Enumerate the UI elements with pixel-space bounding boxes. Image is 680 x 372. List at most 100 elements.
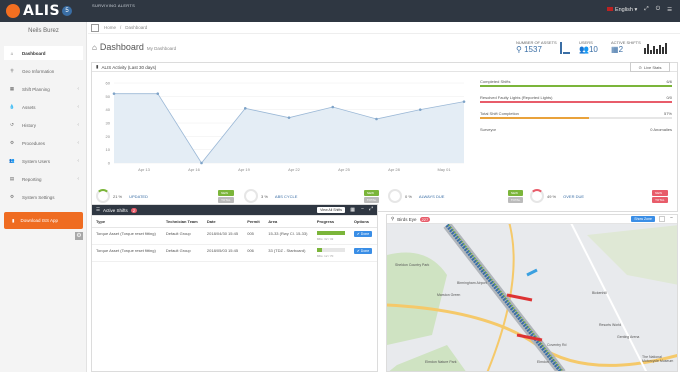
done-button[interactable]: ✔ Done bbox=[353, 248, 373, 254]
y-tick-label: 50 bbox=[106, 94, 111, 99]
data-point[interactable] bbox=[243, 107, 247, 110]
area-value: 33 (TDZ - Starboard) bbox=[268, 248, 306, 253]
grid-view-icon[interactable]: ▦ bbox=[350, 207, 355, 213]
stat-users: USERS 👥10 bbox=[579, 40, 598, 54]
sparkline-bar bbox=[647, 44, 649, 54]
table-row[interactable]: Torque Asset (Torque reset fitting) Defau… bbox=[92, 227, 377, 245]
list-icon: ☰ bbox=[96, 207, 101, 212]
gauge-tag: TOTAL bbox=[363, 196, 380, 203]
gauge-tag: NEW bbox=[363, 189, 380, 196]
sidebar-item-reporting[interactable]: ▤ Reporting ‹ bbox=[4, 172, 83, 186]
show-zone-button[interactable]: Show Zone bbox=[631, 216, 655, 222]
column-header[interactable]: Type bbox=[92, 216, 162, 228]
live-icon: ⊙ bbox=[638, 64, 642, 70]
sparkline-bar bbox=[563, 52, 570, 54]
x-tick-label: Apr 19 bbox=[238, 167, 251, 172]
logout-icon[interactable]: ⏻ bbox=[656, 6, 660, 13]
sidebar-item-history[interactable]: ↺ History ‹ bbox=[4, 118, 83, 132]
column-header[interactable]: Technician Team bbox=[161, 216, 203, 228]
chevron-icon: ‹ bbox=[77, 104, 79, 110]
cell-date: 2018/05/03 15:45 bbox=[202, 244, 244, 262]
document-icon: ▤ bbox=[9, 176, 15, 181]
live-stats-button[interactable]: ⊙ Live Stats bbox=[630, 62, 670, 72]
settings-gear-icon[interactable]: ⚙ bbox=[75, 232, 83, 240]
breadcrumb-home[interactable]: Home bbox=[104, 25, 116, 30]
data-point[interactable] bbox=[462, 100, 466, 103]
breadcrumb: Home / Dashboard bbox=[88, 22, 680, 34]
map-options-icon[interactable] bbox=[659, 216, 665, 222]
user-name: Neils Burez bbox=[28, 28, 59, 34]
kpi-bar bbox=[480, 101, 672, 103]
gauge-label[interactable]: UPDATED bbox=[129, 194, 209, 199]
expand-icon[interactable]: ⤢ bbox=[369, 206, 373, 212]
sidebar-item-shift-planning[interactable]: ▦ Shift Planning ‹ bbox=[4, 82, 83, 96]
column-header[interactable]: Options bbox=[349, 216, 377, 228]
gauge-tag: NEW bbox=[652, 189, 668, 196]
column-header[interactable]: Date bbox=[202, 216, 244, 228]
cell-team: Default Group bbox=[161, 227, 203, 245]
download-label: Download ISS App bbox=[20, 218, 59, 223]
type-value: Torque Asset (Torque reset fitting) bbox=[96, 231, 156, 236]
download-app-button[interactable]: ▮ Download ISS App bbox=[4, 212, 83, 229]
kpi-header: Resolved Faulty Lights (Reported Lights)… bbox=[480, 95, 672, 100]
app-logo[interactable]: ALIS 5 bbox=[6, 3, 73, 19]
minimize-icon[interactable]: − bbox=[670, 215, 673, 221]
data-point[interactable] bbox=[112, 92, 116, 95]
data-point[interactable] bbox=[287, 116, 291, 119]
done-label: Done bbox=[360, 249, 370, 253]
birds-eye-map[interactable]: ⚲ Birds Eye 227 Show Zone − Sheldon Coun… bbox=[386, 214, 678, 372]
home-icon: ⌂ bbox=[92, 43, 97, 52]
gauge-item: 3 % ABS CYCLE NEW TOTAL bbox=[244, 189, 380, 203]
cell-progress: Mfts: 12 / 70 bbox=[312, 244, 350, 262]
permit-value: 006 bbox=[247, 248, 254, 253]
shifts-table: Type Technician Team Date Permit Area Progres… bbox=[92, 216, 377, 262]
column-header[interactable]: Area bbox=[264, 216, 313, 228]
done-button[interactable]: ✔ Done bbox=[353, 231, 373, 237]
kpi-bar-fill bbox=[480, 85, 672, 87]
data-point[interactable] bbox=[200, 161, 203, 165]
gauge-tag: TOTAL bbox=[218, 196, 234, 203]
view-all-shifts-button[interactable]: View All Shifts bbox=[317, 207, 345, 213]
menu-icon[interactable]: ☰ bbox=[667, 7, 672, 13]
sidebar-item-procedures[interactable]: ⚙ Procedures ‹ bbox=[4, 136, 83, 150]
kpi-label: Total Shift Completion bbox=[480, 111, 519, 116]
gauge-label[interactable]: ALWAYS DUE bbox=[419, 194, 499, 199]
y-tick-label: 30 bbox=[106, 121, 111, 126]
data-point[interactable] bbox=[331, 105, 335, 109]
table-row[interactable]: Torque Asset (Torque reset fitting) Defau… bbox=[92, 244, 377, 262]
kpi-row: Completed Shifts 6/6 bbox=[480, 79, 672, 88]
sidebar-item-geo-information[interactable]: ⚲ Geo Information bbox=[4, 64, 83, 78]
data-point[interactable] bbox=[375, 117, 378, 121]
gauge-tag: TOTAL bbox=[652, 196, 668, 203]
column-header[interactable]: Progress bbox=[312, 216, 350, 228]
permit-value: 005 bbox=[247, 231, 254, 236]
sidebar-item-system-settings[interactable]: ⚙ System Settings bbox=[4, 190, 83, 204]
map-label: Genting Arena bbox=[617, 335, 640, 339]
sidebar-item-dashboard[interactable]: ⌂ Dashboard bbox=[4, 46, 83, 60]
sidebar-toggle-icon[interactable] bbox=[91, 24, 99, 32]
sidebar-item-label: Procedures bbox=[22, 140, 46, 146]
gauge-label[interactable]: OVER DUE bbox=[563, 194, 643, 199]
fullscreen-icon[interactable]: ⤢ bbox=[644, 6, 648, 13]
kpi-value: 0 Anomalies bbox=[650, 127, 672, 132]
gauge-percent: 49 % bbox=[547, 193, 557, 199]
language-selector[interactable]: English ▾ bbox=[606, 7, 637, 13]
sidebar-item-assets[interactable]: 💧 Assets ‹ bbox=[4, 100, 83, 114]
data-point[interactable] bbox=[156, 92, 160, 95]
cell-permit: 006 bbox=[243, 244, 265, 262]
column-header[interactable]: Permit bbox=[243, 216, 265, 228]
sidebar-item-system-users[interactable]: 👥 System Users ‹ bbox=[4, 154, 83, 168]
data-point[interactable] bbox=[418, 108, 422, 111]
x-tick-label: Apr 22 bbox=[288, 167, 301, 172]
minimize-icon[interactable]: − bbox=[361, 206, 364, 212]
kpi-value: 0/0 bbox=[666, 95, 672, 100]
logo-mark-icon bbox=[6, 4, 20, 18]
gauge-label[interactable]: ABS CYCLE bbox=[275, 194, 355, 199]
map-label: Coventry Rd bbox=[547, 343, 567, 347]
date-value: 2018/05/03 15:45 bbox=[206, 248, 239, 253]
progress-fill bbox=[316, 231, 345, 235]
map-label: Bickenhill bbox=[592, 291, 607, 295]
chevron-icon: ‹ bbox=[77, 86, 79, 92]
sparkline-bar bbox=[653, 46, 655, 54]
done-label: Done bbox=[360, 232, 370, 236]
